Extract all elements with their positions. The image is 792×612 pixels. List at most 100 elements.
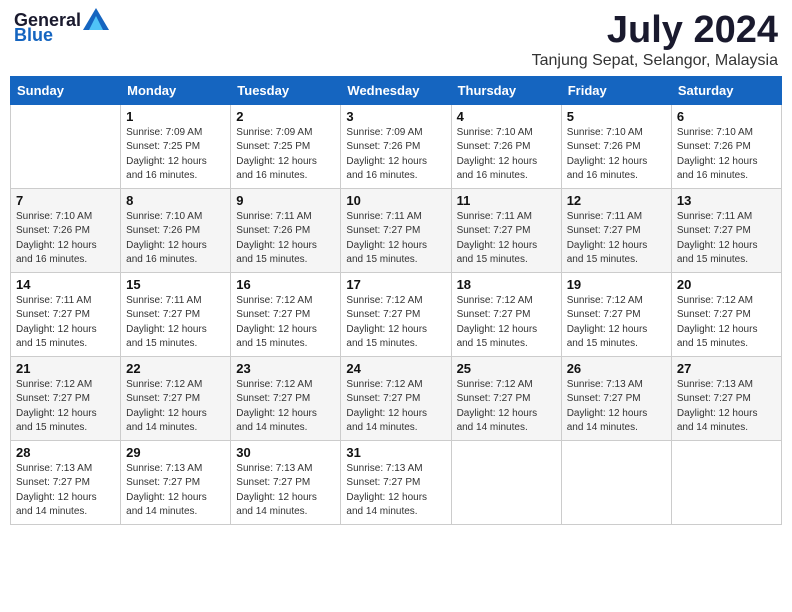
calendar-cell: 13Sunrise: 7:11 AMSunset: 7:27 PMDayligh… xyxy=(671,188,781,272)
calendar-cell: 10 Sunrise: 7:11 AMSunset: 7:27 PMDayligh… xyxy=(341,188,451,272)
calendar-cell xyxy=(671,440,781,524)
day-info: Sunrise: 7:11 AMSunset: 7:26 PMDaylight:… xyxy=(236,210,335,268)
day-number: 7 xyxy=(16,193,115,208)
calendar-cell: 6 Sunrise: 7:10 AMSunset: 7:26 PMDaylight… xyxy=(671,104,781,188)
day-info: Sunrise: 7:11 AMSunset: 7:27 PMDaylight:… xyxy=(16,294,115,352)
day-info: Sunrise: 7:12 AMSunset: 7:27 PMDaylight:… xyxy=(346,294,445,352)
header-sunday: Sunday xyxy=(11,76,121,104)
day-number: 18 xyxy=(457,277,556,292)
day-info: Sunrise: 7:09 AMSunset: 7:26 PMDaylight:… xyxy=(346,126,445,184)
calendar-cell: 28 Sunrise: 7:13 AMSunset: 7:27 PMDayligh… xyxy=(11,440,121,524)
calendar-cell xyxy=(11,104,121,188)
calendar-cell: 5 Sunrise: 7:10 AMSunset: 7:26 PMDaylight… xyxy=(561,104,671,188)
day-info: Sunrise: 7:10 AMSunset: 7:26 PMDaylight:… xyxy=(677,126,776,184)
calendar-cell: 15Sunrise: 7:11 AMSunset: 7:27 PMDayligh… xyxy=(121,272,231,356)
day-number: 30 xyxy=(236,445,335,460)
day-number: 12 xyxy=(567,193,666,208)
calendar-cell: 27 Sunrise: 7:13 AMSunset: 7:27 PMDayligh… xyxy=(671,356,781,440)
calendar-cell: 23 Sunrise: 7:12 AMSunset: 7:27 PMDayligh… xyxy=(231,356,341,440)
calendar-header-row: SundayMondayTuesdayWednesdayThursdayFrid… xyxy=(11,76,782,104)
day-number: 10 xyxy=(346,193,445,208)
day-number: 6 xyxy=(677,109,776,124)
day-info: Sunrise: 7:13 AMSunset: 7:27 PMDaylight:… xyxy=(126,462,225,520)
calendar-cell: 29 Sunrise: 7:13 AMSunset: 7:27 PMDayligh… xyxy=(121,440,231,524)
day-info: Sunrise: 7:11 AMSunset: 7:27 PMDaylight:… xyxy=(126,294,225,352)
calendar-cell: 26 Sunrise: 7:13 AMSunset: 7:27 PMDayligh… xyxy=(561,356,671,440)
day-number: 3 xyxy=(346,109,445,124)
calendar-cell: 30 Sunrise: 7:13 AMSunset: 7:27 PMDayligh… xyxy=(231,440,341,524)
calendar-week-2: 7 Sunrise: 7:10 AMSunset: 7:26 PMDaylight… xyxy=(11,188,782,272)
header-tuesday: Tuesday xyxy=(231,76,341,104)
day-number: 8 xyxy=(126,193,225,208)
day-number: 4 xyxy=(457,109,556,124)
day-info: Sunrise: 7:10 AMSunset: 7:26 PMDaylight:… xyxy=(567,126,666,184)
day-number: 25 xyxy=(457,361,556,376)
calendar-cell: 20Sunrise: 7:12 AMSunset: 7:27 PMDayligh… xyxy=(671,272,781,356)
day-info: Sunrise: 7:12 AMSunset: 7:27 PMDaylight:… xyxy=(236,378,335,436)
calendar-cell: 18 Sunrise: 7:12 AMSunset: 7:27 PMDayligh… xyxy=(451,272,561,356)
day-info: Sunrise: 7:12 AMSunset: 7:27 PMDaylight:… xyxy=(16,378,115,436)
calendar-cell: 17Sunrise: 7:12 AMSunset: 7:27 PMDayligh… xyxy=(341,272,451,356)
calendar-week-1: 1Sunrise: 7:09 AMSunset: 7:25 PMDaylight… xyxy=(11,104,782,188)
calendar-cell: 19 Sunrise: 7:12 AMSunset: 7:27 PMDayligh… xyxy=(561,272,671,356)
calendar-cell: 11Sunrise: 7:11 AMSunset: 7:27 PMDayligh… xyxy=(451,188,561,272)
calendar-cell: 14 Sunrise: 7:11 AMSunset: 7:27 PMDayligh… xyxy=(11,272,121,356)
day-info: Sunrise: 7:10 AMSunset: 7:26 PMDaylight:… xyxy=(16,210,115,268)
calendar-week-5: 28 Sunrise: 7:13 AMSunset: 7:27 PMDayligh… xyxy=(11,440,782,524)
day-info: Sunrise: 7:12 AMSunset: 7:27 PMDaylight:… xyxy=(457,294,556,352)
day-number: 14 xyxy=(16,277,115,292)
header-wednesday: Wednesday xyxy=(341,76,451,104)
day-info: Sunrise: 7:11 AMSunset: 7:27 PMDaylight:… xyxy=(346,210,445,268)
calendar-week-3: 14 Sunrise: 7:11 AMSunset: 7:27 PMDayligh… xyxy=(11,272,782,356)
day-number: 5 xyxy=(567,109,666,124)
calendar-cell: 16 Sunrise: 7:12 AMSunset: 7:27 PMDayligh… xyxy=(231,272,341,356)
day-info: Sunrise: 7:11 AMSunset: 7:27 PMDaylight:… xyxy=(457,210,556,268)
day-info: Sunrise: 7:12 AMSunset: 7:27 PMDaylight:… xyxy=(457,378,556,436)
day-info: Sunrise: 7:12 AMSunset: 7:27 PMDaylight:… xyxy=(567,294,666,352)
day-number: 9 xyxy=(236,193,335,208)
day-info: Sunrise: 7:12 AMSunset: 7:27 PMDaylight:… xyxy=(126,378,225,436)
calendar-week-4: 21Sunrise: 7:12 AMSunset: 7:27 PMDayligh… xyxy=(11,356,782,440)
day-info: Sunrise: 7:10 AMSunset: 7:26 PMDaylight:… xyxy=(457,126,556,184)
calendar-cell: 24Sunrise: 7:12 AMSunset: 7:27 PMDayligh… xyxy=(341,356,451,440)
calendar-cell xyxy=(451,440,561,524)
calendar-cell: 31 Sunrise: 7:13 AMSunset: 7:27 PMDayligh… xyxy=(341,440,451,524)
calendar-cell: 2Sunrise: 7:09 AMSunset: 7:25 PMDaylight… xyxy=(231,104,341,188)
day-number: 29 xyxy=(126,445,225,460)
calendar-cell: 12 Sunrise: 7:11 AMSunset: 7:27 PMDayligh… xyxy=(561,188,671,272)
page-header: General Blue July 2024 Tanjung Sepat, Se… xyxy=(10,10,782,70)
month-title: July 2024 xyxy=(532,10,778,52)
day-number: 31 xyxy=(346,445,445,460)
logo: General Blue xyxy=(14,10,109,44)
day-info: Sunrise: 7:13 AMSunset: 7:27 PMDaylight:… xyxy=(346,462,445,520)
day-info: Sunrise: 7:13 AMSunset: 7:27 PMDaylight:… xyxy=(236,462,335,520)
day-info: Sunrise: 7:10 AMSunset: 7:26 PMDaylight:… xyxy=(126,210,225,268)
header-monday: Monday xyxy=(121,76,231,104)
calendar-cell xyxy=(561,440,671,524)
day-number: 28 xyxy=(16,445,115,460)
day-info: Sunrise: 7:13 AMSunset: 7:27 PMDaylight:… xyxy=(677,378,776,436)
day-number: 2 xyxy=(236,109,335,124)
day-info: Sunrise: 7:11 AMSunset: 7:27 PMDaylight:… xyxy=(567,210,666,268)
header-thursday: Thursday xyxy=(451,76,561,104)
day-number: 23 xyxy=(236,361,335,376)
day-info: Sunrise: 7:13 AMSunset: 7:27 PMDaylight:… xyxy=(16,462,115,520)
day-info: Sunrise: 7:13 AMSunset: 7:27 PMDaylight:… xyxy=(567,378,666,436)
day-info: Sunrise: 7:12 AMSunset: 7:27 PMDaylight:… xyxy=(236,294,335,352)
calendar-cell: 3 Sunrise: 7:09 AMSunset: 7:26 PMDaylight… xyxy=(341,104,451,188)
day-number: 20 xyxy=(677,277,776,292)
location-title: Tanjung Sepat, Selangor, Malaysia xyxy=(532,52,778,70)
logo-blue: Blue xyxy=(14,26,109,44)
day-number: 26 xyxy=(567,361,666,376)
calendar-cell: 7 Sunrise: 7:10 AMSunset: 7:26 PMDaylight… xyxy=(11,188,121,272)
calendar-cell: 22Sunrise: 7:12 AMSunset: 7:27 PMDayligh… xyxy=(121,356,231,440)
day-info: Sunrise: 7:12 AMSunset: 7:27 PMDaylight:… xyxy=(346,378,445,436)
header-saturday: Saturday xyxy=(671,76,781,104)
header-friday: Friday xyxy=(561,76,671,104)
calendar-cell: 1Sunrise: 7:09 AMSunset: 7:25 PMDaylight… xyxy=(121,104,231,188)
day-number: 19 xyxy=(567,277,666,292)
calendar-cell: 9 Sunrise: 7:11 AMSunset: 7:26 PMDaylight… xyxy=(231,188,341,272)
day-info: Sunrise: 7:11 AMSunset: 7:27 PMDaylight:… xyxy=(677,210,776,268)
day-number: 16 xyxy=(236,277,335,292)
day-number: 27 xyxy=(677,361,776,376)
